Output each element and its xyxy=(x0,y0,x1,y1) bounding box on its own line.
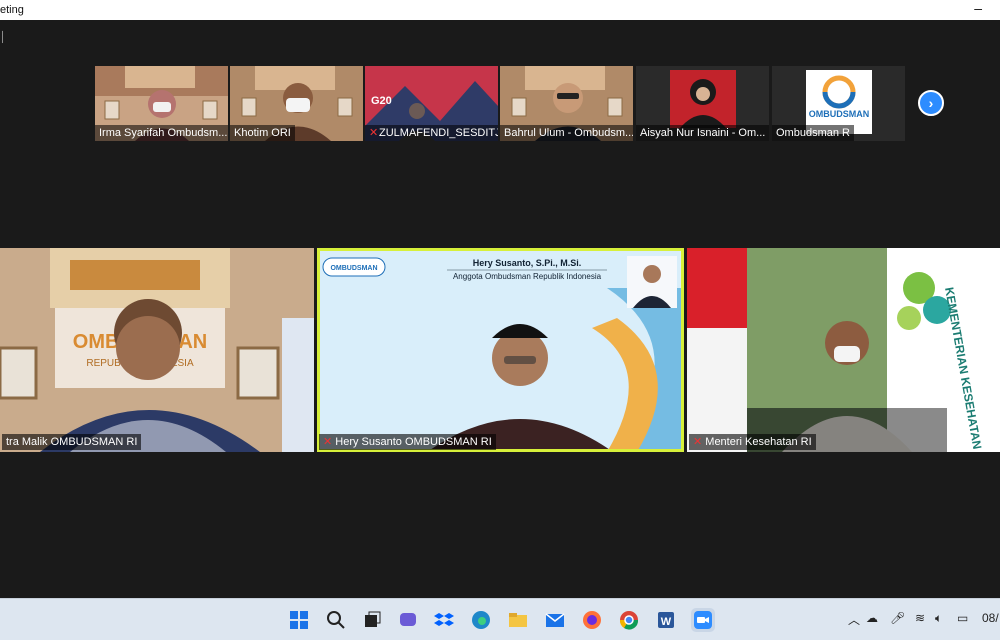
svg-text:W: W xyxy=(661,616,672,628)
mute-icon: ✕ xyxy=(323,436,336,448)
edge-icon[interactable] xyxy=(469,608,493,632)
video-tile[interactable]: KEMENTERIAN KESEHATAN REPUBLIK INDONESIA… xyxy=(687,248,1000,452)
participant-thumb[interactable]: OMBUDSMAN Ombudsman R xyxy=(772,66,905,141)
cloud-icon[interactable]: ☁ xyxy=(866,611,878,625)
participant-thumb[interactable]: Aisyah Nur Isnaini - Om... xyxy=(636,66,769,141)
taskbar: W ︿ ☁ 🎤︎ ≋ 🔈︎ ▭ 08/ xyxy=(0,598,1000,640)
mail-icon[interactable] xyxy=(543,608,567,632)
participant-label: ✕ Hery Susanto OMBUDSMAN RI xyxy=(319,434,496,450)
chrome-icon[interactable] xyxy=(617,608,641,632)
next-page-button[interactable]: › xyxy=(918,90,944,116)
participant-label: ✕ Menteri Kesehatan RI xyxy=(689,434,816,450)
chat-icon[interactable] xyxy=(396,608,420,632)
speaker-name-text: Hery Susanto, S.Pi., M.Si. xyxy=(473,258,582,268)
mute-icon: ✕ xyxy=(369,127,379,139)
participant-video: KEMENTERIAN KESEHATAN REPUBLIK INDONESIA xyxy=(687,248,1000,452)
ombudsman-badge-text: OMBUDSMAN xyxy=(330,265,377,272)
zoom-icon[interactable] xyxy=(691,608,715,632)
participant-name: Ombudsman R xyxy=(772,125,854,141)
window-title: eting xyxy=(0,4,24,16)
participant-name: ✕ZULMAFENDI_SESDITJ... xyxy=(365,125,498,141)
participant-thumb[interactable]: G20 ✕ZULMAFENDI_SESDITJ... xyxy=(365,66,498,141)
microphone-icon[interactable]: 🎤︎ xyxy=(890,611,905,625)
participant-name: Aisyah Nur Isnaini - Om... xyxy=(636,125,769,141)
video-tile[interactable]: OMBUDSMAN REPUBLIK INDONESIA tra Malik O… xyxy=(0,248,314,452)
ombudsman-logo-text: OMBUDSMAN xyxy=(809,109,870,119)
participant-video: OMBUDSMAN REPUBLIK INDONESIA xyxy=(0,248,314,452)
meeting-stage: │ Irma Syarifah Ombudsm... Khotim ORI G2… xyxy=(0,20,1000,598)
battery-icon[interactable]: ▭ xyxy=(957,611,968,625)
search-icon[interactable] xyxy=(324,608,348,632)
participant-video: OMBUDSMAN Hery Susanto, S.Pi., M.Si. Ang… xyxy=(317,248,684,452)
firefox-icon[interactable] xyxy=(580,608,604,632)
active-speaker-tile[interactable]: OMBUDSMAN Hery Susanto, S.Pi., M.Si. Ang… xyxy=(317,248,684,452)
participant-thumb[interactable]: Bahrul Ulum - Ombudsm... xyxy=(500,66,633,141)
corner-glyph: │ xyxy=(0,32,7,43)
minimize-button[interactable]: – xyxy=(974,0,982,16)
clock[interactable]: 08/ xyxy=(982,611,999,625)
participant-thumb[interactable]: Khotim ORI xyxy=(230,66,363,141)
volume-icon[interactable]: 🔈︎ xyxy=(935,611,942,626)
participant-label: tra Malik OMBUDSMAN RI xyxy=(2,434,142,450)
dropbox-icon[interactable] xyxy=(432,608,456,632)
windows-start-icon[interactable] xyxy=(287,608,311,632)
speaker-title-text: Anggota Ombudsman Republik Indonesia xyxy=(453,272,602,281)
word-icon[interactable]: W xyxy=(654,608,678,632)
g20-logo-text: G20 xyxy=(371,95,392,107)
title-bar: eting – xyxy=(0,0,1000,20)
participant-thumb[interactable]: Irma Syarifah Ombudsm... xyxy=(95,66,228,141)
participant-name: Irma Syarifah Ombudsm... xyxy=(95,125,228,141)
participant-name: Bahrul Ulum - Ombudsm... xyxy=(500,125,633,141)
participant-name: Khotim ORI xyxy=(230,125,295,141)
file-explorer-icon[interactable] xyxy=(506,608,530,632)
wifi-icon[interactable]: ≋ xyxy=(915,611,925,625)
chevron-up-icon[interactable]: ︿ xyxy=(848,611,860,628)
task-view-icon[interactable] xyxy=(360,608,384,632)
mute-icon: ✕ xyxy=(693,436,706,448)
